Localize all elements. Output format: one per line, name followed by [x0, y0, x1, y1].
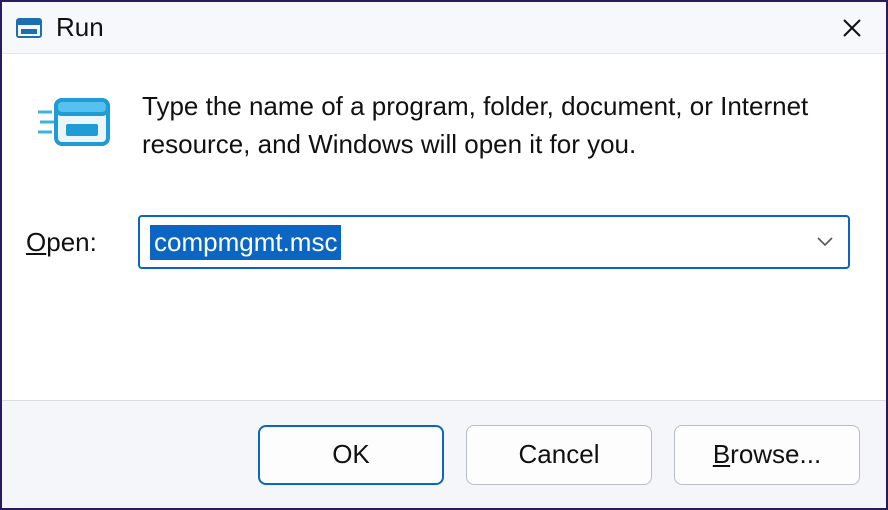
window-title: Run	[56, 12, 828, 43]
cancel-button[interactable]: Cancel	[466, 425, 652, 485]
close-icon	[841, 17, 863, 39]
content-area: Type the name of a program, folder, docu…	[2, 54, 886, 400]
open-input-value[interactable]: compmgmt.msc	[150, 225, 341, 260]
titlebar: Run	[2, 2, 886, 54]
cancel-button-label: Cancel	[519, 439, 600, 470]
browse-button-label: Browse...	[713, 439, 821, 470]
ok-button[interactable]: OK	[258, 425, 444, 485]
close-button[interactable]	[828, 4, 876, 52]
open-label: Open:	[26, 227, 114, 258]
description-row: Type the name of a program, folder, docu…	[26, 86, 850, 163]
run-title-icon	[16, 17, 42, 39]
button-bar: OK Cancel Browse...	[2, 400, 886, 508]
run-dialog: Run Type the nam	[0, 0, 888, 510]
open-row: Open: compmgmt.msc	[26, 215, 850, 269]
open-combobox[interactable]: compmgmt.msc	[138, 215, 850, 269]
ok-button-label: OK	[332, 439, 370, 470]
run-icon	[38, 92, 114, 156]
chevron-down-icon[interactable]	[816, 233, 834, 251]
description-text: Type the name of a program, folder, docu…	[142, 86, 850, 163]
browse-button[interactable]: Browse...	[674, 425, 860, 485]
